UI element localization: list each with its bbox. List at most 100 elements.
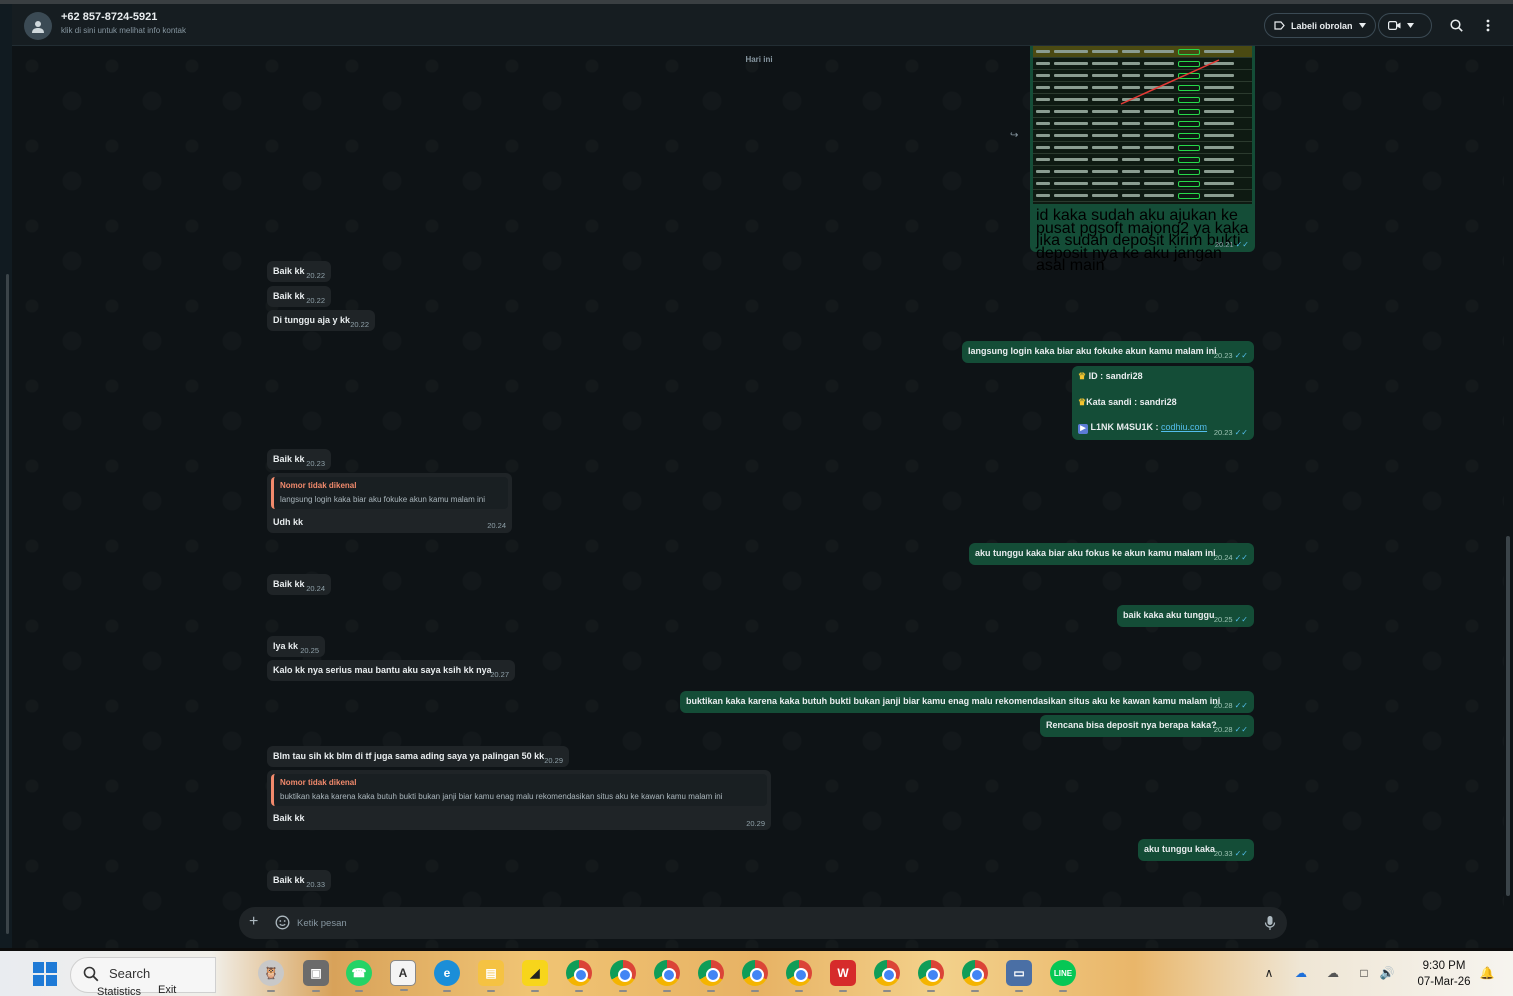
password-line: ♛Kata sandi : sandri28 xyxy=(1078,397,1177,407)
attach-plus-icon[interactable]: + xyxy=(249,914,258,930)
app-window: +62 857-8724-5921 klik di sini untuk mel… xyxy=(0,0,1513,996)
scrollbar-thumb[interactable] xyxy=(1506,536,1510,896)
message-time: 20.27 xyxy=(490,670,509,679)
message-incoming[interactable]: Iya kk 20.25 xyxy=(267,636,325,657)
message-text: baik kaka aku tunggu xyxy=(1123,610,1215,620)
message-text: Di tunggu aja y kk xyxy=(273,315,351,325)
show-hidden-icons-chevron-up-icon[interactable]: ∧ xyxy=(1260,964,1278,982)
message-text: Blm tau sih kk blm di tf juga sama ading… xyxy=(273,751,545,761)
cloud-icon[interactable]: ☁ xyxy=(1324,964,1342,982)
message-outgoing[interactable]: Rencana bisa deposit nya berapa kaka? 20… xyxy=(1040,715,1254,737)
network-icon[interactable]: □ xyxy=(1355,964,1373,982)
microphone-icon[interactable] xyxy=(1263,915,1277,931)
wps-office-icon[interactable]: W xyxy=(830,960,856,992)
message-text: Baik kk xyxy=(273,454,305,464)
contact-name[interactable]: +62 857-8724-5921 xyxy=(61,11,157,23)
edge-icon[interactable]: e xyxy=(434,960,460,992)
chat-scrollbar[interactable] xyxy=(1504,46,1513,948)
message-incoming[interactable]: Baik kk 20.22 xyxy=(267,261,331,282)
chrome-icon[interactable] xyxy=(786,960,812,992)
taskbar-search[interactable]: Search Statistics xyxy=(70,957,216,996)
message-input[interactable] xyxy=(297,913,1237,933)
chrome-icon[interactable] xyxy=(962,960,988,992)
message-time: 20.24 xyxy=(306,584,325,593)
message-incoming[interactable]: Baik kk 20.24 xyxy=(267,574,331,595)
forward-icon[interactable]: ↪ xyxy=(1010,130,1024,142)
message-outgoing[interactable]: baik kaka aku tunggu 20.25 ✓✓ xyxy=(1117,605,1254,627)
contact-avatar[interactable] xyxy=(24,12,52,40)
windows-start-icon[interactable] xyxy=(33,962,57,986)
video-call-button[interactable] xyxy=(1378,13,1432,38)
owl-app-icon[interactable]: 🦉 xyxy=(258,960,284,992)
left-scrollbar[interactable] xyxy=(6,274,9,934)
site-link[interactable]: codhiu.com xyxy=(1161,422,1207,432)
label-chat-button[interactable]: Labeli obrolan xyxy=(1264,13,1376,38)
message-time: 20.22 xyxy=(306,296,325,305)
chrome-icon[interactable] xyxy=(742,960,768,992)
message-outgoing-credentials[interactable]: ♛ ID : sandri28 ♛Kata sandi : sandri28 ▶… xyxy=(1072,366,1254,440)
message-time: 20.29 xyxy=(544,756,563,765)
menu-dots-icon[interactable] xyxy=(1480,17,1496,33)
message-time: 20.22 xyxy=(306,271,325,280)
line-app-icon[interactable]: LINE xyxy=(1050,960,1076,992)
file-explorer-icon[interactable]: ▤ xyxy=(478,960,504,992)
image-message[interactable]: id kaka sudah aku ajukan ke pusat pgsoft… xyxy=(1030,46,1255,273)
message-outgoing[interactable]: aku tunggu kaka biar aku fokus ke akun k… xyxy=(969,543,1254,565)
chrome-icon[interactable] xyxy=(654,960,680,992)
taskbar-top-edge xyxy=(0,948,1513,951)
search-icon[interactable] xyxy=(1448,17,1464,33)
message-time: 20.24 xyxy=(487,521,506,530)
font-app-icon[interactable]: A xyxy=(390,960,416,991)
message-text: Baik kk xyxy=(273,291,305,301)
quoted-message[interactable]: Nomor tidak dikenal langsung login kaka … xyxy=(271,477,508,509)
message-incoming[interactable]: Baik kk 20.33 xyxy=(267,870,331,891)
whatsapp-icon[interactable]: ☎ xyxy=(346,960,372,992)
message-incoming[interactable]: Kalo kk nya serius mau bantu aku saya ks… xyxy=(267,660,515,681)
screenshot-image[interactable] xyxy=(1033,46,1252,204)
message-time: 20.25 xyxy=(300,646,319,655)
double-check-icon: ✓✓ xyxy=(1235,240,1249,249)
message-text: Baik kk xyxy=(273,266,305,276)
chevron-down-icon xyxy=(1358,23,1366,28)
chrome-icon[interactable] xyxy=(698,960,724,992)
message-text: Baik kk xyxy=(273,813,305,823)
quoted-text: buktikan kaka karena kaka butuh bukti bu… xyxy=(280,792,723,801)
volume-icon[interactable]: 🔊 xyxy=(1378,964,1396,982)
quoted-author: Nomor tidak dikenal xyxy=(280,481,357,490)
contact-info-hint[interactable]: klik di sini untuk melihat info kontak xyxy=(61,26,186,35)
message-time: 20.25 ✓✓ xyxy=(1213,615,1248,624)
message-incoming[interactable]: Di tunggu aja y kk 20.22 xyxy=(267,310,375,331)
clock-time: 9:30 PM xyxy=(1422,960,1466,972)
message-text: Kalo kk nya serius mau bantu aku saya ks… xyxy=(273,665,492,675)
message-incoming-reply[interactable]: Nomor tidak dikenal langsung login kaka … xyxy=(267,473,512,533)
sticky-notes-icon[interactable]: ◢ xyxy=(522,960,548,992)
quoted-message[interactable]: Nomor tidak dikenal buktikan kaka karena… xyxy=(271,774,767,806)
sticker-icon[interactable] xyxy=(275,915,290,930)
message-text: aku tunggu kaka xyxy=(1144,844,1216,854)
system-clock[interactable]: 9:30 PM 07-Mar-26 xyxy=(1404,958,1484,990)
onedrive-icon[interactable]: ☁ xyxy=(1292,964,1310,982)
message-text: aku tunggu kaka biar aku fokus ke akun k… xyxy=(975,548,1216,558)
chrome-icon[interactable] xyxy=(918,960,944,992)
message-incoming[interactable]: Baik kk 20.23 xyxy=(267,449,331,470)
message-outgoing[interactable]: aku tunggu kaka 20.33 ✓✓ xyxy=(1138,839,1254,861)
task-view-icon[interactable]: ▣ xyxy=(303,960,329,992)
message-text: Baik kk xyxy=(273,579,305,589)
red-arrow-annotation xyxy=(1120,59,1220,105)
quoted-author: Nomor tidak dikenal xyxy=(280,778,357,787)
message-incoming-reply[interactable]: Nomor tidak dikenal buktikan kaka karena… xyxy=(267,770,771,830)
message-outgoing[interactable]: buktikan kaka karena kaka butuh bukti bu… xyxy=(680,691,1254,713)
message-incoming[interactable]: Baik kk 20.22 xyxy=(267,286,331,307)
chrome-icon[interactable] xyxy=(610,960,636,992)
chrome-icon[interactable] xyxy=(874,960,900,992)
message-outgoing[interactable]: langsung login kaka biar aku fokuke akun… xyxy=(962,341,1254,363)
message-time: 20.21 ✓✓ xyxy=(1214,240,1249,249)
chrome-icon[interactable] xyxy=(566,960,592,992)
app-window-icon[interactable]: ▭ xyxy=(1006,960,1032,992)
notifications-icon[interactable]: 🔔 xyxy=(1478,964,1496,982)
message-time: 20.28 ✓✓ xyxy=(1213,701,1248,710)
message-text: Baik kk xyxy=(273,875,305,885)
message-incoming[interactable]: Blm tau sih kk blm di tf juga sama ading… xyxy=(267,746,569,767)
message-time: 20.33 ✓✓ xyxy=(1213,849,1248,858)
message-time: 20.28 ✓✓ xyxy=(1213,725,1248,734)
